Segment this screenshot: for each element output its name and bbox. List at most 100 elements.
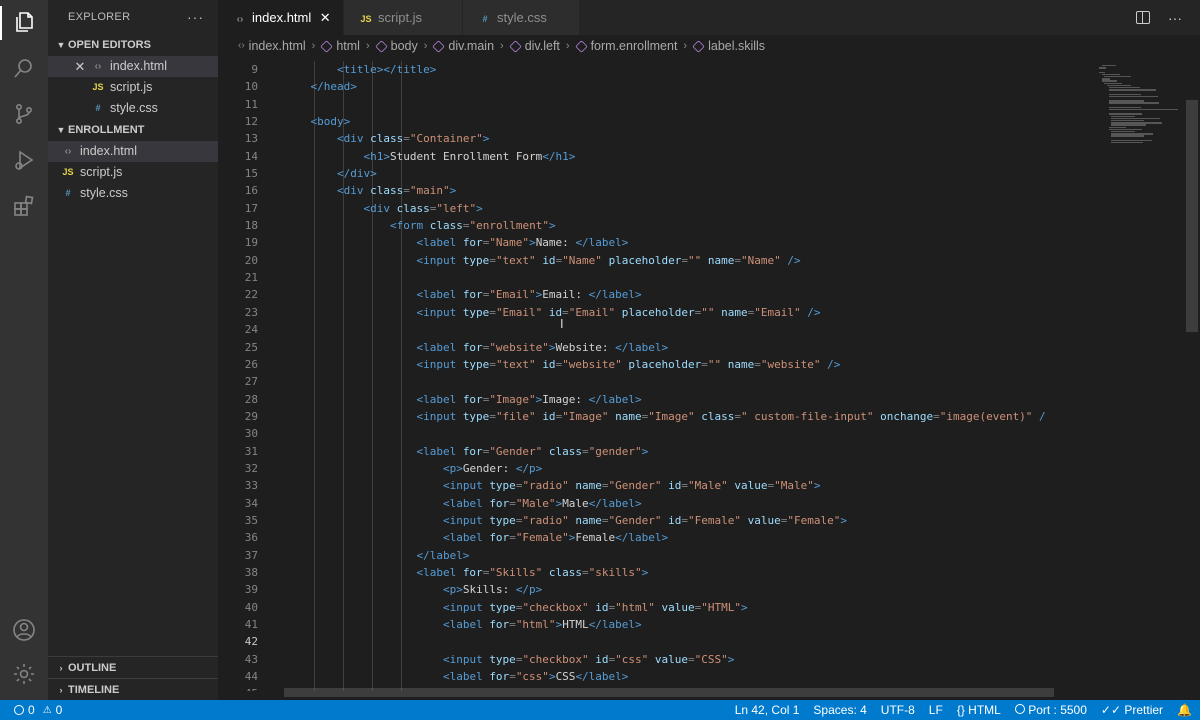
outline-section[interactable]: › OUTLINE bbox=[48, 656, 218, 679]
open-editors-section[interactable]: ▼ OPEN EDITORS bbox=[48, 34, 218, 56]
cursor-position[interactable]: Ln 42, Col 1 bbox=[735, 703, 800, 717]
code-line[interactable]: 36 <label for="Female">Female</label> bbox=[218, 529, 1088, 546]
line-source: <label for="Name">Name: </label> bbox=[284, 234, 628, 251]
settings-gear-icon[interactable] bbox=[10, 660, 38, 688]
enrollment-folder-section[interactable]: ▼ ENROLLMENT bbox=[48, 119, 218, 141]
code-line[interactable]: 12 <body> bbox=[218, 113, 1088, 130]
encoding[interactable]: UTF-8 bbox=[881, 703, 915, 717]
vertical-scrollbar[interactable] bbox=[1186, 100, 1198, 332]
problems-indicator[interactable]: 0 ⚠ 0 bbox=[14, 700, 62, 720]
code-line[interactable]: 32 <p>Gender: </p> bbox=[218, 460, 1088, 477]
code-line[interactable]: 16 <div class="main"> bbox=[218, 182, 1088, 199]
code-line[interactable]: 44 <label for="css">CSS</label> bbox=[218, 668, 1088, 685]
indentation[interactable]: Spaces: 4 bbox=[813, 703, 866, 717]
folder-file-index-html[interactable]: ‹› index.html bbox=[48, 141, 218, 162]
code-line[interactable]: 22 <label for="Email">Email: </label> bbox=[218, 286, 1088, 303]
more-actions-icon[interactable]: ··· bbox=[1168, 10, 1182, 26]
tab-style-css[interactable]: # style.css bbox=[463, 0, 579, 35]
language-mode[interactable]: {} HTML bbox=[957, 703, 1001, 717]
folder-file-style-css[interactable]: # style.css bbox=[48, 183, 218, 204]
code-token: = bbox=[582, 444, 589, 458]
code-line[interactable]: 11 bbox=[218, 96, 1088, 113]
code-line[interactable]: 19 <label for="Name">Name: </label> bbox=[218, 234, 1088, 251]
minimap[interactable] bbox=[1093, 57, 1185, 167]
code-token: > bbox=[482, 132, 490, 146]
code-line[interactable]: 26 <input type="text" id="website" place… bbox=[218, 356, 1088, 373]
code-line[interactable]: 14 <h1>Student Enrollment Form</h1> bbox=[218, 148, 1088, 165]
close-icon[interactable]: ✕ bbox=[72, 56, 88, 77]
minimap-line bbox=[1104, 82, 1123, 84]
prettier-status[interactable]: ✓✓ Prettier bbox=[1101, 703, 1163, 717]
code-line[interactable]: 39 <p>Skills: </p> bbox=[218, 581, 1088, 598]
code-line[interactable]: 37 </label> bbox=[218, 547, 1088, 564]
code-line[interactable]: 15 </div> bbox=[218, 165, 1088, 182]
code-editor[interactable]: 9 <title></title> 10 </head> 11 12 <body> 13… bbox=[218, 61, 1088, 691]
source-control-icon[interactable] bbox=[10, 100, 38, 128]
search-icon[interactable] bbox=[10, 54, 38, 82]
code-line[interactable]: 20 <input type="text" id="Name" placehol… bbox=[218, 252, 1088, 269]
run-debug-icon[interactable] bbox=[10, 146, 38, 174]
code-line[interactable]: 10 </head> bbox=[218, 78, 1088, 95]
code-line[interactable]: 25 <label for="website">Website: </label… bbox=[218, 339, 1088, 356]
line-number: 30 bbox=[244, 427, 258, 441]
open-editor-script-js[interactable]: JS script.js bbox=[48, 77, 218, 98]
code-line[interactable]: 18 <form class="enrollment"> bbox=[218, 217, 1088, 234]
code-line[interactable]: 33 <input type="radio" name="Gender" id=… bbox=[218, 477, 1088, 494]
code-line[interactable]: 24 bbox=[218, 321, 1088, 338]
tab-label: style.css bbox=[497, 10, 547, 25]
folder-file-script-js[interactable]: JS script.js bbox=[48, 162, 218, 183]
breadcrumb-file[interactable]: ‹› index.html bbox=[238, 35, 306, 57]
code-token: = bbox=[701, 357, 708, 371]
split-editor-icon[interactable] bbox=[1136, 11, 1150, 24]
breadcrumb-div-left[interactable]: div.left bbox=[508, 35, 560, 57]
code-line[interactable]: 35 <input type="radio" name="Gender" id=… bbox=[218, 512, 1088, 529]
breadcrumb-label-skills[interactable]: label.skills bbox=[692, 35, 765, 57]
tab-script-js[interactable]: JS script.js bbox=[344, 0, 462, 35]
code-line[interactable]: 17 <div class="left"> bbox=[218, 200, 1088, 217]
code-line[interactable]: 30 bbox=[218, 425, 1088, 442]
code-line[interactable]: 28 <label for="Image">Image: </label> bbox=[218, 391, 1088, 408]
code-line[interactable]: 27 bbox=[218, 373, 1088, 390]
more-actions-icon[interactable]: ··· bbox=[187, 0, 204, 34]
code-line[interactable]: 34 <label for="Male">Male</label> bbox=[218, 495, 1088, 512]
code-token: <input bbox=[442, 513, 490, 527]
timeline-section[interactable]: › TIMELINE bbox=[48, 678, 218, 701]
code-line[interactable]: 29 <input type="file" id="Image" name="I… bbox=[218, 408, 1088, 425]
code-line[interactable]: 31 <label for="Gender" class="gender"> bbox=[218, 443, 1088, 460]
tab-index-html[interactable]: ‹› index.html ✕ bbox=[218, 0, 343, 35]
code-line[interactable]: 9 <title></title> bbox=[218, 61, 1088, 78]
code-line[interactable]: 43 <input type="checkbox" id="css" value… bbox=[218, 651, 1088, 668]
notifications-bell-icon[interactable]: 🔔 bbox=[1177, 703, 1192, 717]
close-icon[interactable]: ✕ bbox=[317, 0, 333, 35]
check-icon: ✓✓ bbox=[1100, 703, 1122, 717]
code-line[interactable]: 42 bbox=[218, 633, 1088, 650]
code-token: > bbox=[529, 236, 536, 250]
code-line[interactable]: 38 <label for="Skills" class="skills"> bbox=[218, 564, 1088, 581]
code-token: / bbox=[1032, 409, 1046, 423]
code-line[interactable]: 41 <label for="html">HTML</label> bbox=[218, 616, 1088, 633]
code-token: type bbox=[489, 600, 516, 614]
horizontal-scrollbar[interactable] bbox=[284, 688, 1054, 697]
code-token: /> bbox=[820, 357, 841, 371]
code-line[interactable]: 40 <input type="checkbox" id="html" valu… bbox=[218, 599, 1088, 616]
open-editor-index-html[interactable]: ✕ ‹› index.html bbox=[48, 56, 218, 77]
line-source: <input type="text" id="Name" placeholder… bbox=[284, 252, 800, 269]
extensions-icon[interactable] bbox=[10, 192, 38, 220]
line-number: 40 bbox=[244, 600, 258, 614]
breadcrumb-body[interactable]: body bbox=[374, 35, 418, 57]
code-line[interactable]: 23 <input type="Email" id="Email" placeh… bbox=[218, 304, 1088, 321]
files-icon[interactable] bbox=[10, 8, 38, 36]
breadcrumb-form[interactable]: form.enrollment bbox=[574, 35, 677, 57]
live-server-port[interactable]: Port : 5500 bbox=[1014, 703, 1087, 717]
code-line[interactable]: 21 bbox=[218, 269, 1088, 286]
chevron-right-icon: › bbox=[59, 663, 63, 673]
breadcrumb-div-main[interactable]: div.main bbox=[432, 35, 494, 57]
breadcrumb-html[interactable]: html bbox=[320, 35, 360, 57]
code-token: > bbox=[741, 600, 748, 614]
code-line[interactable]: 13 <div class="Container"> bbox=[218, 130, 1088, 147]
code-token: type bbox=[462, 357, 490, 371]
open-editor-style-css[interactable]: # style.css bbox=[48, 98, 218, 119]
end-of-line[interactable]: LF bbox=[929, 703, 943, 717]
account-icon[interactable] bbox=[10, 616, 38, 644]
code-token: = bbox=[582, 565, 589, 579]
